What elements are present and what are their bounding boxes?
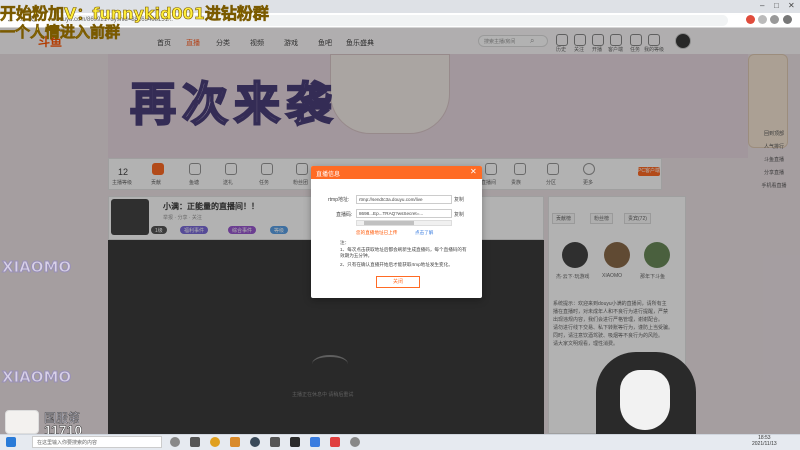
webcam-dog-face [620,370,670,430]
rtmp-label: rtmp地址: [328,197,350,203]
note-title: 注： [340,240,350,245]
chrome-icon[interactable] [210,437,220,447]
note-line: 1、每次点击获取地址后都会刷新生成直播码，每个直播码的有效期为五分钟。 [340,247,467,258]
app-icon[interactable] [270,437,280,447]
learn-more-link[interactable]: 点击了解 [415,230,433,236]
app-icon[interactable] [330,437,340,447]
stream-code-label: 直播码: [336,212,353,218]
cortana-icon[interactable] [170,437,180,447]
promo-overlay-line2: 一个人情进入前群 [0,23,121,42]
app-icon[interactable] [310,437,320,447]
watermark-text: XIAOMO [1,258,72,277]
menu-icon[interactable] [783,15,792,24]
watermark-text: XIAOMO [1,368,72,387]
minimize-button[interactable]: – [760,1,764,10]
taskbar-clock[interactable]: 18:53 2021/11/13 [752,435,777,447]
extension-icon[interactable] [746,15,755,24]
maximize-button[interactable]: □ [774,1,779,10]
bookmark-icon[interactable] [758,15,767,24]
copy-code-button[interactable]: 复制 [454,211,464,218]
clock-date: 2021/11/13 [752,441,777,447]
copy-rtmp-button[interactable]: 复制 [454,196,464,203]
app-icon[interactable] [290,437,300,447]
close-window-button[interactable]: ✕ [788,1,795,10]
note-line: 2、只有在确认直播开始后才能获取rtmp地址发生变化。 [340,262,453,267]
windows-start-icon[interactable] [6,437,16,447]
streamer-mini-avatar [5,410,39,434]
app-icon[interactable] [230,437,240,447]
close-icon[interactable]: ✕ [470,167,477,176]
app-icon[interactable] [350,437,360,447]
rtmp-field[interactable]: rtmp://sendtc3a.douyu.com/live [356,195,452,204]
task-view-icon[interactable] [190,437,200,447]
stream-code-field[interactable]: 8698...Ep...TRAQ?wsSecret=... [356,209,452,218]
close-dialog-button[interactable]: 关闭 [376,276,420,288]
dialog-title: 直播信息 [316,172,341,178]
taskbar-search[interactable]: 在这里输入你要搜索的内容 [32,436,162,448]
upload-warning: 您的直播地址已上传 [356,230,398,235]
profile-icon[interactable] [770,15,779,24]
scrollbar-thumb[interactable] [364,221,414,225]
app-icon[interactable] [250,437,260,447]
